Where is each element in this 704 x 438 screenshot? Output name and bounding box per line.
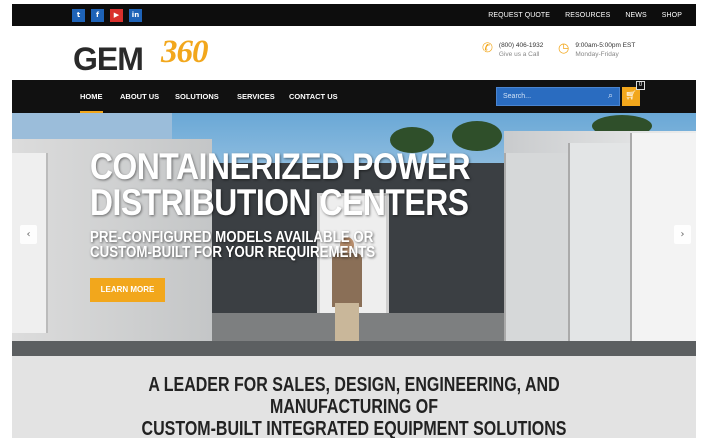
linkedin-icon[interactable]: in — [129, 9, 142, 22]
hero-slider: CONTAINERIZED POWER DISTRIBUTION CENTERS… — [12, 113, 696, 356]
nav-services[interactable]: SERVICES — [237, 80, 275, 113]
top-links: REQUEST QUOTE RESOURCES NEWS SHOP — [488, 4, 682, 26]
cart-count-badge: 0 — [636, 81, 645, 90]
cart-icon: 🛒︎ — [625, 91, 637, 101]
youtube-icon[interactable]: ▶ — [110, 9, 123, 22]
hero-title: CONTAINERIZED POWER DISTRIBUTION CENTERS — [90, 146, 471, 223]
nav-contact-us[interactable]: CONTACT US — [289, 80, 338, 113]
nav-home[interactable]: HOME — [80, 80, 103, 113]
hero-subtitle-line: CUSTOM-BUILT FOR YOUR REQUIREMENTS — [90, 244, 376, 261]
hero-subtitle: PRE-CONFIGURED MODELS AVAILABLE OR CUSTO… — [90, 229, 376, 261]
main-nav: HOME ABOUT US SOLUTIONS SERVICES CONTACT… — [12, 80, 696, 113]
slider-next-arrow-icon[interactable]: › — [674, 225, 691, 244]
twitter-icon[interactable]: t — [72, 9, 85, 22]
hero-title-line: CONTAINERIZED POWER — [90, 146, 471, 187]
learn-more-button[interactable]: LEARN MORE — [90, 278, 165, 302]
search-icon[interactable]: ⌕ — [608, 91, 613, 101]
resources-link[interactable]: RESOURCES — [565, 12, 610, 19]
tagline-section: A LEADER FOR SALES, DESIGN, ENGINEERING,… — [12, 356, 696, 438]
hero-container-right-door — [568, 143, 630, 348]
search-box[interactable]: Search... ⌕ — [496, 87, 620, 106]
shop-link[interactable]: SHOP — [662, 12, 682, 19]
top-bar: t f ▶ in REQUEST QUOTE RESOURCES NEWS SH… — [12, 4, 696, 26]
logo-wordmark: GEM — [73, 41, 144, 77]
hours-info: ◷ 9:00am-5:00pm EST Monday-Friday — [558, 42, 635, 59]
phone-icon: ✆ — [482, 41, 493, 56]
hours-days: Monday-Friday — [575, 51, 619, 58]
slider-prev-arrow-icon[interactable]: ‹ — [20, 225, 37, 244]
request-quote-link[interactable]: REQUEST QUOTE — [488, 12, 550, 19]
header: GEM 360 ✆ (800) 406-1932 Give us a Call … — [12, 26, 696, 80]
hours-time: 9:00am-5:00pm EST — [575, 42, 636, 49]
hero-person-legs — [335, 303, 359, 341]
clock-icon: ◷ — [558, 41, 570, 56]
hero-title-line: DISTRIBUTION CENTERS — [90, 182, 469, 223]
facebook-icon[interactable]: f — [91, 9, 104, 22]
tagline-line: CUSTOM-BUILT INTEGRATED EQUIPMENT SOLUTI… — [141, 418, 567, 438]
hero-person-body — [332, 253, 362, 307]
hero-container-right-door — [504, 153, 568, 348]
hero-ground — [12, 341, 696, 356]
hero-subtitle-line: PRE-CONFIGURED MODELS AVAILABLE OR — [90, 229, 374, 246]
phone-contact[interactable]: ✆ (800) 406-1932 Give us a Call — [482, 42, 543, 59]
tagline-line: A LEADER FOR SALES, DESIGN, ENGINEERING,… — [148, 374, 560, 418]
news-link[interactable]: NEWS — [625, 12, 646, 19]
tagline-heading: A LEADER FOR SALES, DESIGN, ENGINEERING,… — [80, 374, 627, 438]
logo-accent: 360 — [161, 34, 208, 70]
nav-about-us[interactable]: ABOUT US — [120, 80, 159, 113]
nav-solutions[interactable]: SOLUTIONS — [175, 80, 219, 113]
search-input[interactable]: Search... — [503, 88, 531, 105]
phone-number: (800) 406-1932 — [498, 42, 544, 49]
phone-caption: Give us a Call — [498, 51, 540, 58]
